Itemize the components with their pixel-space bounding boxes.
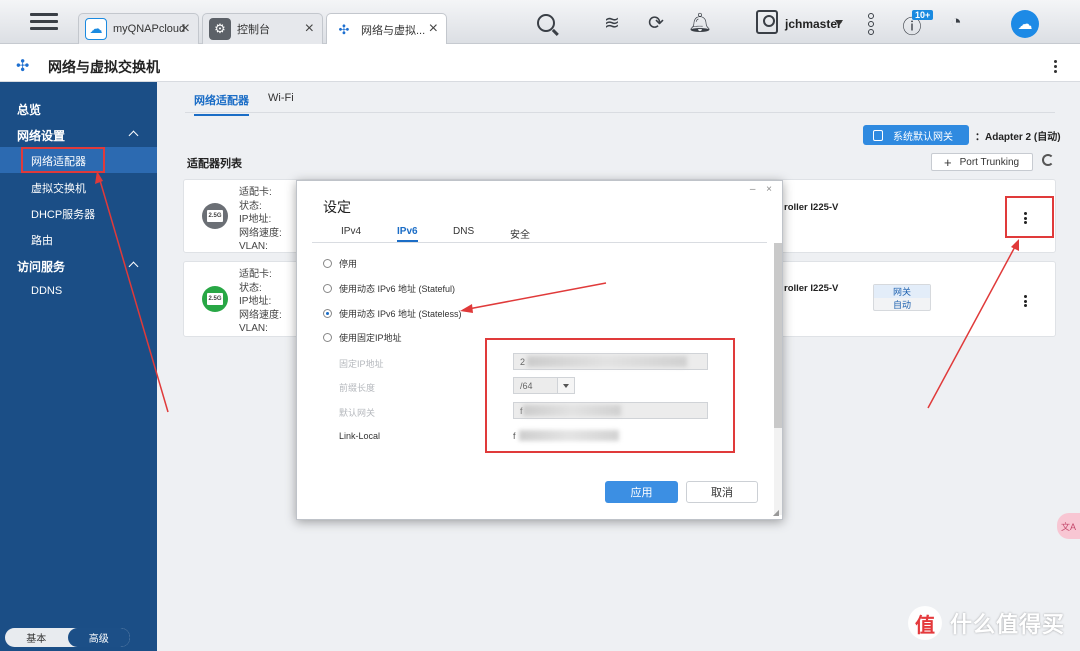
adapter-fields: 适配卡: 状态: IP地址: 网络速度: VLAN:: [239, 187, 282, 252]
port-trunking-button[interactable]: + Port Trunking: [931, 153, 1033, 171]
resize-handle-icon[interactable]: ◢: [773, 508, 779, 517]
tab-myqnapcloud[interactable]: ☁ myQNAPcloud ×: [78, 13, 199, 44]
mode-advanced[interactable]: 高级: [67, 628, 130, 647]
chevron-up-icon: [128, 261, 139, 272]
tab-label: 网络与虚拟...: [361, 24, 426, 37]
chevron-up-icon: [128, 130, 139, 141]
mode-toggle[interactable]: 基本 高级: [5, 628, 130, 647]
button-label: 系统默认网关: [893, 131, 953, 143]
radio-stateless[interactable]: 使用动态 IPv6 地址 (Stateless): [323, 307, 462, 320]
label-prefix-length: 前缀长度: [339, 383, 376, 393]
sidebar-group-label: 网络设置: [17, 129, 66, 143]
plus-icon: +: [944, 154, 952, 170]
user-icon[interactable]: [756, 10, 778, 34]
tab-control-panel[interactable]: ⚙ 控制台 ×: [202, 13, 323, 44]
app-title: 网络与虚拟交换机: [48, 59, 160, 75]
username[interactable]: jchmaster: [785, 17, 842, 31]
background-tasks-icon[interactable]: ≋: [600, 11, 624, 35]
sidebar-item-dhcp[interactable]: DHCP服务器: [31, 206, 95, 222]
app-header: ✣ 网络与虚拟交换机: [0, 44, 1080, 82]
annotation-box: [485, 338, 735, 453]
dialog-title: 设定: [323, 199, 351, 215]
watermark-text: 什么值得买: [950, 612, 1066, 637]
radio-stateful[interactable]: 使用动态 IPv6 地址 (Stateful): [323, 282, 455, 295]
tab-ipv4[interactable]: IPv4: [341, 226, 361, 240]
translate-icon[interactable]: 文A: [1057, 513, 1080, 539]
sync-icon[interactable]: ⟳: [644, 11, 668, 35]
tab-ipv6[interactable]: IPv6: [397, 226, 418, 242]
top-bar: ☁ myQNAPcloud × ⚙ 控制台 × ✣ 网络与虚拟... × ≋ ⟳…: [0, 0, 1080, 45]
more-options-icon[interactable]: [1054, 60, 1058, 75]
close-icon[interactable]: ×: [181, 20, 190, 38]
button-label: Port Trunking: [959, 156, 1020, 168]
scrollbar[interactable]: [774, 243, 782, 515]
label-default-gateway: 默认网关: [339, 408, 376, 418]
adapter-model: roller I225-V: [784, 202, 839, 213]
search-icon[interactable]: [534, 11, 558, 35]
cancel-button[interactable]: 取消: [686, 481, 758, 503]
chevron-down-icon[interactable]: [835, 20, 843, 26]
default-gateway-value: ：Adapter 2 (自动): [975, 132, 1061, 143]
tab-dns[interactable]: DNS: [453, 226, 474, 240]
gear-icon: ⚙: [209, 18, 231, 40]
more-options-icon[interactable]: [1024, 295, 1028, 309]
dashboard-icon[interactable]: ◔: [944, 11, 968, 35]
ethernet-port-icon: 2.5G: [202, 203, 228, 229]
label-static-ip: 固定IP地址: [339, 359, 384, 369]
gateway-badge-mode: 自动: [892, 300, 911, 310]
more-options-icon[interactable]: [868, 13, 876, 37]
radio-static[interactable]: 使用固定IP地址: [323, 331, 402, 344]
settings-dialog: 设定 ‒ × IPv4 IPv6 DNS 安全 停用 使用动态 IPv6 地址 …: [296, 180, 783, 520]
refresh-icon[interactable]: [1042, 154, 1054, 166]
apply-button[interactable]: 应用: [605, 481, 678, 503]
tab-label: 控制台: [237, 24, 270, 36]
radio-disable[interactable]: 停用: [323, 257, 357, 270]
window-controls[interactable]: ‒ ×: [750, 184, 776, 195]
ethernet-port-icon: 2.5G: [202, 286, 228, 312]
sidebar-item-overview[interactable]: 总览: [17, 101, 41, 118]
sidebar-group-label: 访问服务: [17, 260, 66, 274]
watermark-logo: 值: [908, 606, 942, 640]
cloud-icon: ☁: [85, 18, 107, 40]
main-menu-icon[interactable]: [30, 10, 58, 34]
close-icon[interactable]: ×: [429, 20, 438, 38]
annotation-box: [21, 147, 105, 173]
gateway-badge: 网关 自动: [873, 284, 931, 311]
adapter-model: roller I225-V: [784, 283, 839, 294]
sidebar-group-network-settings[interactable]: 网络设置: [17, 127, 157, 144]
adapter-list-title: 适配器列表: [187, 158, 242, 170]
notification-badge: 10+: [912, 10, 934, 20]
tab-label: myQNAPcloud: [113, 23, 186, 35]
gateway-badge-label: 网关: [874, 285, 930, 298]
network-icon: ✣: [333, 18, 355, 41]
sidebar-item-virtual-switch[interactable]: 虚拟交换机: [31, 180, 86, 196]
sidebar-group-access-services[interactable]: 访问服务: [17, 258, 157, 275]
network-icon: ✣: [16, 58, 30, 75]
default-gateway-button[interactable]: 系统默认网关: [863, 125, 969, 145]
sidebar-item-ddns[interactable]: DDNS: [31, 285, 62, 297]
adapter-fields: 适配卡: 状态: IP地址: 网络速度: VLAN:: [239, 269, 282, 334]
close-icon[interactable]: ×: [305, 20, 314, 38]
tab-network[interactable]: ✣ 网络与虚拟... ×: [326, 13, 447, 45]
cloud-icon[interactable]: ☁: [1011, 10, 1039, 38]
mode-basic[interactable]: 基本: [5, 628, 68, 647]
watermark: 值 什么值得买: [908, 606, 1065, 640]
bell-icon[interactable]: 🔔︎: [688, 11, 712, 35]
label-link-local: Link-Local: [339, 431, 381, 441]
annotation-box: [1005, 196, 1054, 238]
divider: [185, 112, 1055, 113]
divider: [312, 242, 767, 243]
tab-wifi[interactable]: Wi-Fi: [268, 92, 294, 110]
sidebar-item-routing[interactable]: 路由: [31, 232, 53, 248]
